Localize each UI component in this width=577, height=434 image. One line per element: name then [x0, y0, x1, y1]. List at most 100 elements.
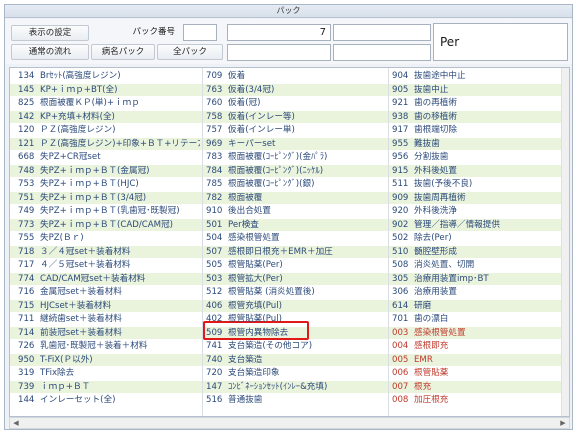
- list-item[interactable]: 716 金属冠set＋装着材料: [18, 286, 200, 298]
- list-item[interactable]: 511 抜歯(予後不良): [392, 178, 569, 190]
- normal-flow-button[interactable]: 通常の流れ: [11, 44, 89, 60]
- list-item[interactable]: 773 失PZ+ｉｍｐ+ＢＴ(CAD/CAM冠): [18, 219, 200, 231]
- list-item[interactable]: 505 根管貼薬(Per): [206, 259, 386, 271]
- list-item[interactable]: 749 失PZ+ｉｍｐ+ＢＴ(乳歯冠･既製冠): [18, 205, 200, 217]
- list-item[interactable]: 502 除去(Per): [392, 232, 569, 244]
- list-item[interactable]: 508 消炎処置、切開: [392, 259, 569, 271]
- horizontal-scrollbar[interactable]: ◀ ▶: [9, 417, 570, 429]
- list-item[interactable]: 753 失PZ+ｉｍｐ+ＢＴ(HJC): [18, 178, 200, 190]
- item-name: 仮着(インレー等): [228, 111, 295, 122]
- list-item[interactable]: 741 支台築造(その他コア): [206, 340, 386, 352]
- list-item[interactable]: 955 難抜歯: [392, 138, 569, 150]
- item-code: 511: [392, 179, 409, 189]
- list-item[interactable]: 134 Brｾｯﾄ(高強度レジン): [18, 70, 200, 82]
- list-item[interactable]: 917 歯根端切除: [392, 124, 569, 136]
- list-item[interactable]: 507 感根即日根充＋EMR＋加圧: [206, 246, 386, 258]
- list-item[interactable]: 007 根充: [392, 381, 569, 393]
- list-item[interactable]: 319 TFix除去: [18, 367, 200, 379]
- list-item[interactable]: 783 根面被覆(ｺｰﾋﾟﾝｸﾞ)(金ﾊﾟﾗ): [206, 151, 386, 163]
- pack-by-disease-button[interactable]: 病名パック: [91, 44, 155, 60]
- list-item[interactable]: 905 抜歯中止: [392, 84, 569, 96]
- list-item[interactable]: 785 根面被覆(ｺｰﾋﾟﾝｸﾞ)(銀): [206, 178, 386, 190]
- list-item[interactable]: 726 乳歯冠･既製冠＋装着＋材料: [18, 340, 200, 352]
- list-item[interactable]: 709 仮着: [206, 70, 386, 82]
- list-item[interactable]: 758 仮着(インレー等): [206, 111, 386, 123]
- list-item[interactable]: 717 ４／５冠set＋装着材料: [18, 259, 200, 271]
- list-item[interactable]: 739 ｉｍｐ+ＢＴ: [18, 381, 200, 393]
- list-item[interactable]: 504 感染根管処置: [206, 232, 386, 244]
- list-item[interactable]: 512 根管貼薬 (消炎処置後): [206, 286, 386, 298]
- list-item[interactable]: 121 ＰＺ(高強度レジン)+印象+ＢＴ+リテーﾌ: [18, 138, 200, 150]
- item-code: 147: [206, 381, 223, 392]
- list-item[interactable]: 701 歯の漂白: [392, 313, 569, 325]
- list-item[interactable]: 614 研磨: [392, 300, 569, 312]
- list-item[interactable]: 921 歯の再植術: [392, 97, 569, 109]
- list-item[interactable]: 825 根面被覆ＫＰ(単)+ｉｍｐ: [18, 97, 200, 109]
- list-item[interactable]: 004 感根即充: [392, 340, 569, 352]
- field-c[interactable]: [333, 24, 431, 41]
- field-d[interactable]: [333, 44, 431, 61]
- display-settings-button[interactable]: 表示の設定: [11, 25, 89, 41]
- all-packs-button[interactable]: 全パック: [157, 44, 223, 60]
- item-code: 505: [206, 260, 223, 270]
- list-item[interactable]: 668 失PZ+CR冠set: [18, 151, 200, 163]
- item-name: Per検査: [228, 219, 259, 230]
- list-item[interactable]: 715 HJCset＋装着材料: [18, 300, 200, 312]
- list-item[interactable]: 120 ＰＺ(高強度レジン): [18, 124, 200, 136]
- item-name: KP+充填+材料(全): [40, 111, 115, 122]
- list-item[interactable]: 748 失PZ+ｉｍｐ+ＢＴ(金属冠): [18, 165, 200, 177]
- list-item[interactable]: 501 Per検査: [206, 219, 386, 231]
- list-item[interactable]: 714 前装冠set＋装着材料: [18, 327, 200, 339]
- list-item[interactable]: 915 外科後処置: [392, 165, 569, 177]
- list-item[interactable]: 406 根管充填(Pul): [206, 300, 386, 312]
- list-item[interactable]: 782 根面被覆: [206, 192, 386, 204]
- pack-number-input[interactable]: [183, 24, 217, 41]
- list-item[interactable]: 402 根管貼薬(Pul): [206, 313, 386, 325]
- item-name: ４／５冠set＋装着材料: [40, 260, 131, 270]
- list-item[interactable]: 005 EMR: [392, 354, 569, 366]
- list-item[interactable]: 910 後出合処置: [206, 205, 386, 217]
- list-item[interactable]: 740 支台築造: [206, 354, 386, 366]
- list-item[interactable]: 902 管理／指導／情報提供: [392, 219, 569, 231]
- list-item[interactable]: 008 加圧根充: [392, 394, 569, 406]
- list-item[interactable]: 956 分割抜歯: [392, 151, 569, 163]
- list-item[interactable]: 950 T-FiX(Ｐ以外): [18, 354, 200, 366]
- list-item[interactable]: 920 外科後洗浄: [392, 205, 569, 217]
- list-item[interactable]: 763 仮着(3/4冠): [206, 84, 386, 96]
- list-item[interactable]: 760 仮着(冠): [206, 97, 386, 109]
- list-item[interactable]: 509 根管内異物除去: [206, 327, 386, 339]
- list-item[interactable]: 755 失PZ(Ｂｒ): [18, 232, 200, 244]
- list-item[interactable]: 938 歯の移植術: [392, 111, 569, 123]
- list-item[interactable]: 757 仮着(インレー単): [206, 124, 386, 136]
- item-code: 915: [392, 165, 409, 176]
- list-item[interactable]: 909 抜歯周再植術: [392, 192, 569, 204]
- list-item[interactable]: 904 抜歯途中中止: [392, 70, 569, 82]
- item-code: 501: [206, 219, 223, 230]
- list-item[interactable]: 711 継続歯set＋装着材料: [18, 313, 200, 325]
- list-item[interactable]: 144 インレーセット(全): [18, 394, 200, 406]
- list-item[interactable]: 510 髄腔壁形成: [392, 246, 569, 258]
- list-item[interactable]: 969 キーパーset: [206, 138, 386, 150]
- list-item[interactable]: 751 失PZ+ｉｍｐ+ＢＴ(3/4冠): [18, 192, 200, 204]
- list-item[interactable]: 503 根管拡大(Per): [206, 273, 386, 285]
- field-b[interactable]: [227, 44, 331, 61]
- list-item[interactable]: 147 ｺﾝﾋﾞﾈｰｼｮﾝｾｯﾄ(ｲﾝﾚｰ&充填): [206, 381, 386, 393]
- list-item[interactable]: 003 感染根管処置: [392, 327, 569, 339]
- field-a[interactable]: 7: [227, 24, 331, 41]
- list-item[interactable]: 305 治療用装置imp･BT: [392, 273, 569, 285]
- list-item[interactable]: 774 CAD/CAM冠set＋装着材料: [18, 273, 200, 285]
- list-item[interactable]: 718 ３／４冠set＋装着材料: [18, 246, 200, 258]
- scroll-left-icon[interactable]: ◀: [11, 418, 21, 428]
- list-item[interactable]: 142 KP+充填+材料(全): [18, 111, 200, 123]
- list-item[interactable]: 006 根管貼薬: [392, 367, 569, 379]
- list-item[interactable]: 720 支台築造印象: [206, 367, 386, 379]
- list-item[interactable]: 306 治療用装置: [392, 286, 569, 298]
- list-item[interactable]: 145 KP+ｉｍｐ+BT(全): [18, 84, 200, 96]
- list-item[interactable]: 784 根面被覆(ｺｰﾋﾟﾝｸﾞ)(ﾆｯｹﾙ): [206, 165, 386, 177]
- list-item[interactable]: 516 普通抜歯: [206, 394, 386, 406]
- item-code: 909: [392, 192, 409, 203]
- scroll-right-icon[interactable]: ▶: [558, 418, 568, 428]
- item-name: 根面被覆: [228, 192, 263, 203]
- item-name: 支台築造: [228, 354, 263, 365]
- item-code: 006: [392, 368, 409, 378]
